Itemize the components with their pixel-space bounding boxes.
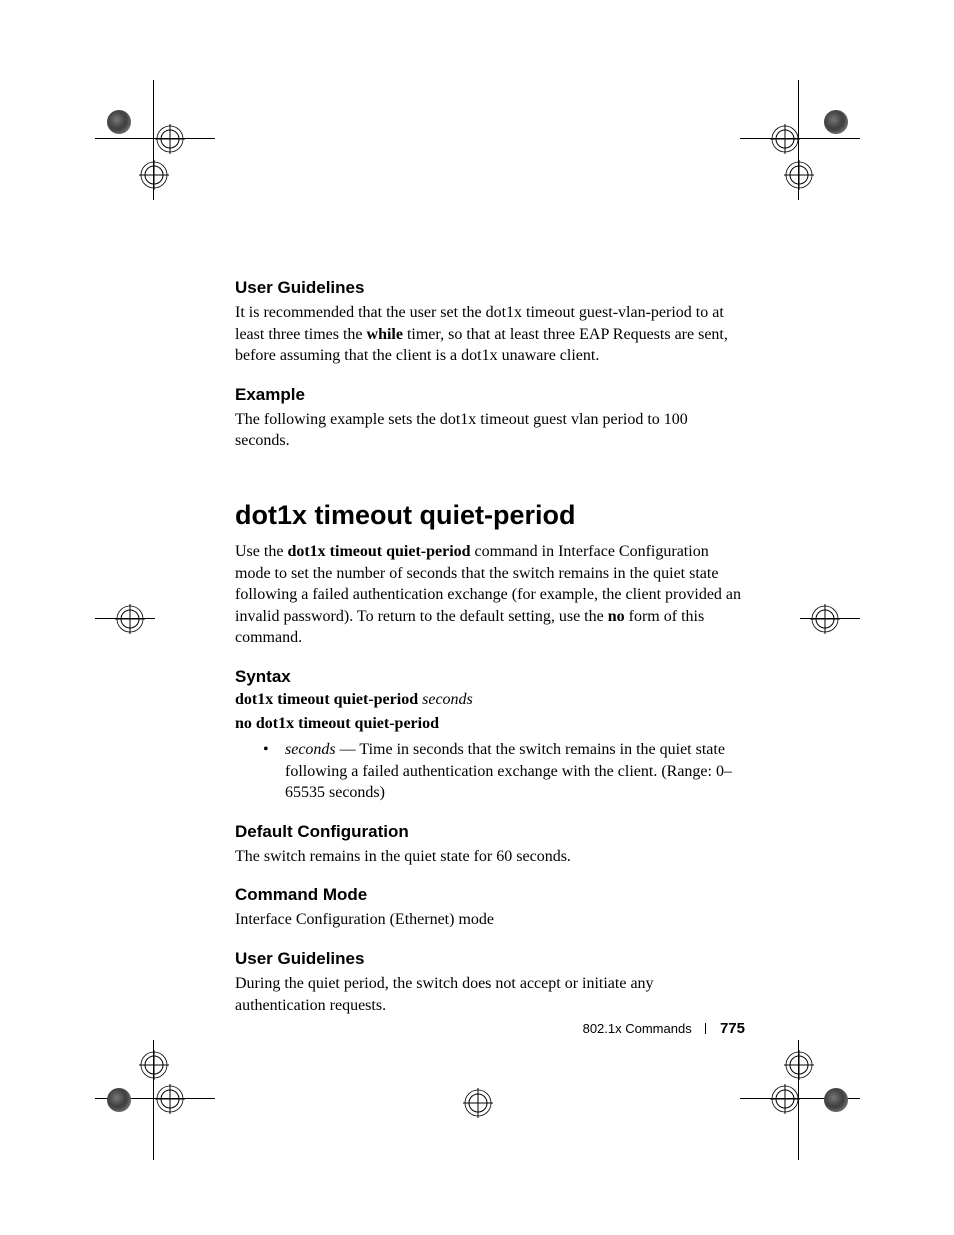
heading-main-title: dot1x timeout quiet-period [235,500,745,531]
syntax-line-2: no dot1x timeout quiet-period [235,715,745,733]
bullet-text: — Time in seconds that the switch remain… [285,741,732,801]
syntax1-bold: dot1x timeout quiet-period [235,691,418,708]
syntax-bullet-list: seconds — Time in seconds that the switc… [235,739,745,804]
crop-mark-bottom-right [740,1040,860,1160]
crop-mark-top-right [740,80,860,200]
text-intro: Use the dot1x timeout quiet-period comma… [235,541,745,649]
text-user-guidelines-2: During the quiet period, the switch does… [235,973,745,1016]
syntax1-italic: seconds [422,691,473,708]
crop-mark-mid-right [740,560,860,680]
footer-page-number: 775 [720,1020,745,1037]
intro-prefix: Use the [235,543,287,560]
intro-bold1: dot1x timeout quiet-period [287,543,470,560]
text-example: The following example sets the dot1x tim… [235,409,745,452]
bullet-term: seconds [285,741,336,758]
crop-mark-bottom-left [95,1040,215,1160]
page-footer: 802.1x Commands 775 [235,1020,745,1037]
page-content: User Guidelines It is recommended that t… [235,260,745,1026]
syntax-bullet-item: seconds — Time in seconds that the switc… [235,739,745,804]
heading-command-mode: Command Mode [235,885,745,905]
crop-mark-bottom-center [463,1088,493,1118]
footer-section-label: 802.1x Commands [583,1021,692,1036]
footer-separator [705,1023,706,1034]
heading-user-guidelines-2: User Guidelines [235,949,745,969]
heading-example: Example [235,385,745,405]
heading-default-config: Default Configuration [235,822,745,842]
heading-syntax: Syntax [235,667,745,687]
intro-bold2: no [608,608,625,625]
crop-mark-top-left [95,80,215,200]
text-user-guidelines-1: It is recommended that the user set the … [235,302,745,367]
syntax-line-1: dot1x timeout quiet-period seconds [235,691,745,709]
crop-mark-mid-left [95,560,215,680]
ug1-bold: while [367,326,403,343]
text-default-config: The switch remains in the quiet state fo… [235,846,745,868]
heading-user-guidelines-1: User Guidelines [235,278,745,298]
text-command-mode: Interface Configuration (Ethernet) mode [235,909,745,931]
